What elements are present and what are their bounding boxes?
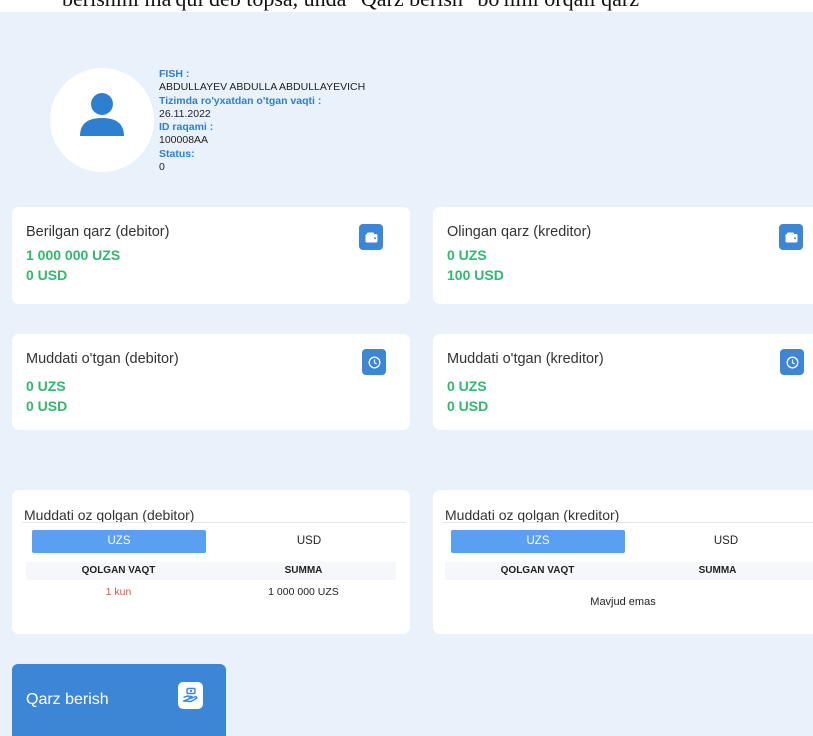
tab-uzs[interactable]: UZS xyxy=(32,530,206,553)
qarz-berish-button[interactable]: Qarz berish xyxy=(12,664,226,736)
card-berilgan-qarz: Berilgan qarz (debitor) 1 000 000 UZS 0 … xyxy=(12,207,410,304)
card-overdue-debitor: Muddati o'tgan (debitor) 0 UZS 0 USD xyxy=(12,334,410,430)
avatar xyxy=(50,68,154,172)
profile-section: FISH : ABDULLAYEV ABDULLA ABDULLAYEVICH … xyxy=(50,40,500,190)
column-header-time: QOLGAN VAQT xyxy=(500,565,575,576)
wallet-button[interactable] xyxy=(359,224,383,250)
amount-usd: 0 USD xyxy=(447,398,489,414)
card-title: Muddati oz qolgan (debitor) xyxy=(24,507,195,523)
column-header-time: QOLGAN VAQT xyxy=(81,565,156,576)
card-soon-kreditor: Muddati oz qolgan (kreditor) UZS USD QOL… xyxy=(433,490,813,634)
fish-label: FISH : xyxy=(159,68,190,80)
column-header-sum: SUMMA xyxy=(698,565,737,576)
registration-label: Tizimda ro'yxatdan o'tgan vaqti : xyxy=(159,94,322,107)
amount-uzs: 0 UZS xyxy=(447,378,487,394)
cell-time: 1 kun xyxy=(105,586,132,598)
amount-usd: 0 USD xyxy=(26,267,68,283)
wallet-icon xyxy=(365,232,377,242)
card-overdue-kreditor: Muddati o'tgan (kreditor) 0 UZS 0 USD xyxy=(433,334,813,430)
card-soon-debitor: Muddati oz qolgan (debitor) UZS USD QOLG… xyxy=(12,490,410,634)
cell-sum: 1 000 000 UZS xyxy=(268,586,339,598)
fish-value: ABDULLAYEV ABDULLA ABDULLAYEVICH xyxy=(159,81,366,94)
amount-usd: 100 USD xyxy=(447,267,504,283)
empty-state-text: Mavjud emas xyxy=(590,596,656,608)
registration-value: 26.11.2022 xyxy=(159,107,211,120)
card-title: Muddati o'tgan (kreditor) xyxy=(447,351,604,367)
card-title: Berilgan qarz (debitor) xyxy=(26,224,170,240)
id-value: 100008AA xyxy=(159,134,209,147)
amount-uzs: 0 UZS xyxy=(447,247,487,263)
status-value: 0 xyxy=(159,161,165,174)
divider xyxy=(443,522,813,523)
card-olingan-qarz: Olingan qarz (kreditor) 0 UZS 100 USD xyxy=(433,207,813,304)
amount-usd: 0 USD xyxy=(26,398,68,414)
card-title: Olingan qarz (kreditor) xyxy=(447,224,592,240)
card-title: Muddati o'tgan (debitor) xyxy=(26,351,179,367)
amount-uzs: 0 UZS xyxy=(26,378,66,394)
card-title: Muddati oz qolgan (kreditor) xyxy=(445,507,620,523)
tab-usd[interactable]: USD xyxy=(641,530,811,553)
hand-money-icon xyxy=(178,682,203,709)
currency-tabs: UZS USD xyxy=(32,530,404,553)
status-label: Status: xyxy=(159,147,195,160)
id-label: ID raqami : xyxy=(159,121,214,134)
currency-tabs: UZS USD xyxy=(451,530,813,553)
button-label: Qarz berish xyxy=(26,691,109,708)
divider xyxy=(22,522,406,523)
table-header: QOLGAN VAQT SUMMA xyxy=(445,562,813,580)
tab-uzs[interactable]: UZS xyxy=(451,530,625,553)
user-icon xyxy=(80,93,124,136)
profile-info: FISH : ABDULLAYEV ABDULLA ABDULLAYEVICH … xyxy=(159,68,365,174)
column-header-sum: SUMMA xyxy=(284,565,323,576)
clock-icon xyxy=(368,356,380,368)
clock-button[interactable] xyxy=(780,349,804,375)
dashboard: FISH : ABDULLAYEV ABDULLA ABDULLAYEVICH … xyxy=(0,12,813,736)
table-row: 1 kun 1 000 000 UZS xyxy=(26,586,396,604)
wallet-icon xyxy=(785,232,797,242)
tab-usd[interactable]: USD xyxy=(222,530,396,553)
table-header: QOLGAN VAQT SUMMA xyxy=(26,562,396,580)
amount-uzs: 1 000 000 UZS xyxy=(26,247,121,263)
wallet-button[interactable] xyxy=(779,224,803,250)
clock-button[interactable] xyxy=(362,349,386,375)
document-text: berishini ma'qul deb topsa, unda "Qarz b… xyxy=(62,0,639,12)
clock-icon xyxy=(786,356,798,368)
